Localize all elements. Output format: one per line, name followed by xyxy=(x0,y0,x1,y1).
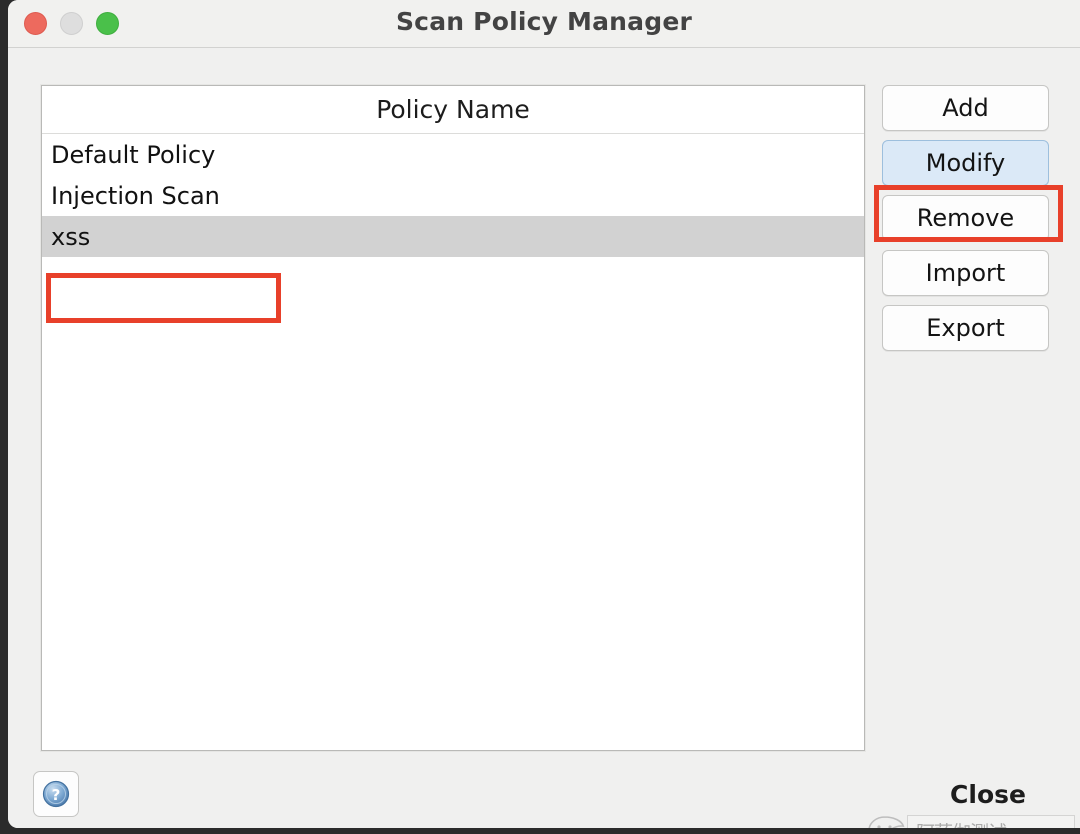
table-body: Default Policy Injection Scan xss xyxy=(42,134,864,257)
table-row[interactable]: Injection Scan xyxy=(42,175,864,216)
svg-text:?: ? xyxy=(52,786,61,804)
window-content: Policy Name Default Policy Injection Sca… xyxy=(8,49,1080,828)
watermark: @ 阿萨伽测试 筛上提盖技社区 xyxy=(865,811,1075,828)
policy-name-cell: Injection Scan xyxy=(51,181,220,210)
application-window: Scan Policy Manager Policy Name Default … xyxy=(8,0,1080,828)
table-row[interactable]: Default Policy xyxy=(42,134,864,175)
question-mark-circle-icon: ? xyxy=(42,780,70,808)
modify-button[interactable]: Modify xyxy=(882,140,1049,186)
column-header-policy-name: Policy Name xyxy=(376,95,530,124)
action-button-column: Add Modify Remove Import Export xyxy=(882,85,1049,360)
watermark-text-box: 阿萨伽测试 筛上提盖技社区 xyxy=(907,815,1075,828)
help-button[interactable]: ? xyxy=(33,771,79,817)
table-header-row: Policy Name xyxy=(42,86,864,134)
add-button[interactable]: Add xyxy=(882,85,1049,131)
policy-table: Policy Name Default Policy Injection Sca… xyxy=(41,85,865,751)
remove-button[interactable]: Remove xyxy=(882,195,1049,241)
policy-name-cell: Default Policy xyxy=(51,140,216,169)
export-button[interactable]: Export xyxy=(882,305,1049,351)
import-button[interactable]: Import xyxy=(882,250,1049,296)
wechat-icon xyxy=(868,816,905,828)
title-bar: Scan Policy Manager xyxy=(8,0,1080,48)
watermark-line-top: 阿萨伽测试 xyxy=(916,818,1007,828)
close-button[interactable]: Close xyxy=(928,775,1048,813)
table-row[interactable]: xss xyxy=(42,216,864,257)
screen: Scan Policy Manager Policy Name Default … xyxy=(0,0,1080,834)
window-title: Scan Policy Manager xyxy=(395,7,693,36)
policy-name-cell: xss xyxy=(51,222,91,251)
